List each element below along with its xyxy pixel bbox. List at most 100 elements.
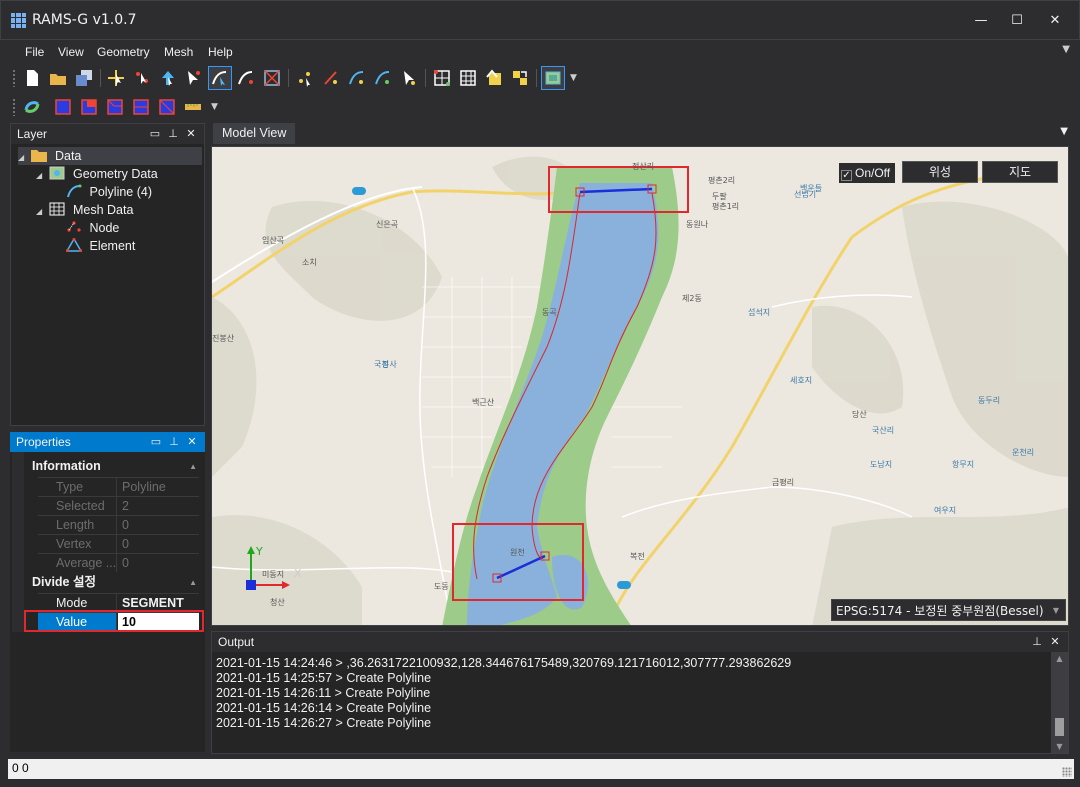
status-coordinates: 0 0 <box>12 761 29 775</box>
pin-icon[interactable]: ⊥ <box>1028 632 1046 652</box>
mesh-select-icon[interactable] <box>261 67 283 89</box>
point-add-icon[interactable] <box>294 67 316 89</box>
panel-close-icon[interactable]: ✕ <box>183 432 201 452</box>
collapse-arrow-icon[interactable]: ◢ <box>36 203 46 221</box>
crs-dropdown[interactable]: EPSG:5174 - 보정된 중부원점(Bessel) ▼ <box>831 599 1066 621</box>
mesh-generate-icon[interactable] <box>431 67 453 89</box>
select-points-icon[interactable] <box>105 67 127 89</box>
toolbar-overflow-icon[interactable]: ▼ <box>570 73 577 83</box>
crs-value: EPSG:5174 - 보정된 중부원점(Bessel) <box>836 604 1044 618</box>
map-label: 섭석지 <box>748 308 771 317</box>
scroll-thumb[interactable] <box>1055 718 1064 736</box>
tab-overflow-icon[interactable]: ▼ <box>1060 126 1068 137</box>
element-icon <box>66 238 82 252</box>
menu-mesh[interactable]: Mesh <box>164 45 193 59</box>
prop-value: 0 <box>122 537 129 551</box>
collapse-icon[interactable]: ▲ <box>189 573 197 592</box>
view-iso-icon[interactable] <box>156 96 178 118</box>
prop-row-selected[interactable]: Selected 2 <box>38 496 199 515</box>
draw-polyline-icon[interactable] <box>208 66 232 90</box>
view-top-icon[interactable] <box>130 96 152 118</box>
mesh-grid-icon[interactable] <box>457 67 479 89</box>
maximize-button[interactable]: ☐ <box>999 7 1035 35</box>
toolbar-grip[interactable] <box>12 69 16 87</box>
map-onoff-checkbox[interactable]: ✓ On/Off <box>839 163 895 183</box>
move-up-icon[interactable] <box>157 67 179 89</box>
view-box-icon[interactable] <box>52 96 74 118</box>
checkmark-icon[interactable]: ✓ <box>841 170 852 181</box>
tree-item-data[interactable]: ◢ Data <box>18 147 202 165</box>
prop-row-type[interactable]: Type Polyline <box>38 477 199 496</box>
collapse-icon[interactable]: ▲ <box>189 457 197 476</box>
output-panel: Output ⊥ ✕ 2021-01-15 14:24:46 > ,36.2631… <box>211 631 1069 754</box>
prop-row-length[interactable]: Length 0 <box>38 515 199 534</box>
app-grid-icon <box>11 13 26 28</box>
tree-item-mesh[interactable]: ◢ Mesh Data <box>36 201 133 219</box>
map-label: 금평리 <box>772 478 795 487</box>
tab-model-view[interactable]: Model View <box>213 123 295 144</box>
view-side-icon[interactable] <box>104 96 126 118</box>
map-label: 당산 <box>852 410 867 419</box>
secondary-toolbar: ▼ <box>8 94 238 120</box>
panel-close-icon[interactable]: ✕ <box>182 124 200 144</box>
menu-help[interactable]: Help <box>208 45 233 59</box>
toolbar-grip[interactable] <box>12 98 16 116</box>
collapse-arrow-icon[interactable]: ◢ <box>36 167 46 185</box>
map-button[interactable]: 지도 <box>982 161 1058 183</box>
satellite-button[interactable]: 위성 <box>902 161 978 183</box>
minimize-button[interactable]: — <box>963 7 999 35</box>
menu-file[interactable]: File <box>25 45 44 59</box>
mesh-export-icon[interactable] <box>483 67 505 89</box>
prop-row-average[interactable]: Average ... 0 <box>38 553 199 572</box>
map-label: 신은곡 <box>376 220 399 229</box>
tree-label-geometry: Geometry Data <box>72 167 158 181</box>
panel-menu-icon[interactable]: ▭ <box>146 124 164 144</box>
select-vertex-icon[interactable] <box>131 67 153 89</box>
edit-polyline-icon[interactable] <box>235 67 257 89</box>
line-add-icon[interactable] <box>320 67 342 89</box>
menu-geometry[interactable]: Geometry <box>97 45 150 59</box>
dropdown-caret-icon[interactable]: ▼ <box>1053 600 1059 622</box>
panel-close-icon[interactable]: ✕ <box>1046 632 1064 652</box>
refresh-icon[interactable] <box>21 96 43 118</box>
pin-icon[interactable]: ⊥ <box>164 124 182 144</box>
close-button[interactable]: ✕ <box>1037 7 1073 35</box>
pin-icon[interactable]: ⊥ <box>165 432 183 452</box>
tree-item-geometry[interactable]: ◢ Geometry Data <box>36 165 158 183</box>
output-scrollbar[interactable]: ▲ ▼ <box>1051 652 1068 753</box>
category-divide[interactable]: Divide 설정 ▲ <box>24 573 205 592</box>
pointer-edit-icon[interactable] <box>398 67 420 89</box>
save-icon[interactable] <box>73 67 95 89</box>
new-file-icon[interactable] <box>21 67 43 89</box>
curve-edit-icon[interactable] <box>372 67 394 89</box>
menu-view[interactable]: View <box>58 45 84 59</box>
map-label: 평촌2리 <box>708 176 736 185</box>
resize-grip-icon[interactable] <box>1062 767 1072 777</box>
tree-label-polyline: Polyline (4) <box>89 185 153 199</box>
tree-item-node[interactable]: Node <box>66 219 119 237</box>
panel-menu-icon[interactable]: ▭ <box>147 432 165 452</box>
prop-name: Type <box>38 478 117 496</box>
curve-add-icon[interactable] <box>346 67 368 89</box>
scroll-down-icon[interactable]: ▼ <box>1051 742 1068 751</box>
pointer-red-icon[interactable] <box>183 67 205 89</box>
scroll-up-icon[interactable]: ▲ <box>1051 654 1068 663</box>
value-highlight-box <box>24 610 204 632</box>
tree-item-polyline[interactable]: Polyline (4) <box>66 183 152 201</box>
title-bar: RAMS-G v1.0.7 — ☐ ✕ <box>0 0 1080 40</box>
map-label: 백운들 <box>800 184 823 193</box>
collapse-arrow-icon[interactable]: ◢ <box>18 149 28 167</box>
map-toggle-icon[interactable] <box>541 66 565 90</box>
model-view-map[interactable]: 정산리 평촌2리 선법기 평촌1리 도동 원천 국산리 항무지 섭석지 세호지 … <box>211 146 1069 626</box>
category-information[interactable]: Information ▲ <box>24 457 205 476</box>
menu-overflow-icon[interactable]: ▼ <box>1062 44 1070 55</box>
prop-row-vertex[interactable]: Vertex 0 <box>38 534 199 553</box>
view-front-icon[interactable] <box>78 96 100 118</box>
ruler-icon[interactable] <box>182 96 204 118</box>
open-folder-icon[interactable] <box>47 67 69 89</box>
map-label: 세호지 <box>790 376 813 385</box>
toolbar2-overflow-icon[interactable]: ▼ <box>211 102 218 112</box>
tree-item-element[interactable]: Element <box>66 237 135 255</box>
mesh-convert-icon[interactable] <box>509 67 531 89</box>
map-label: 소치 <box>302 258 317 267</box>
